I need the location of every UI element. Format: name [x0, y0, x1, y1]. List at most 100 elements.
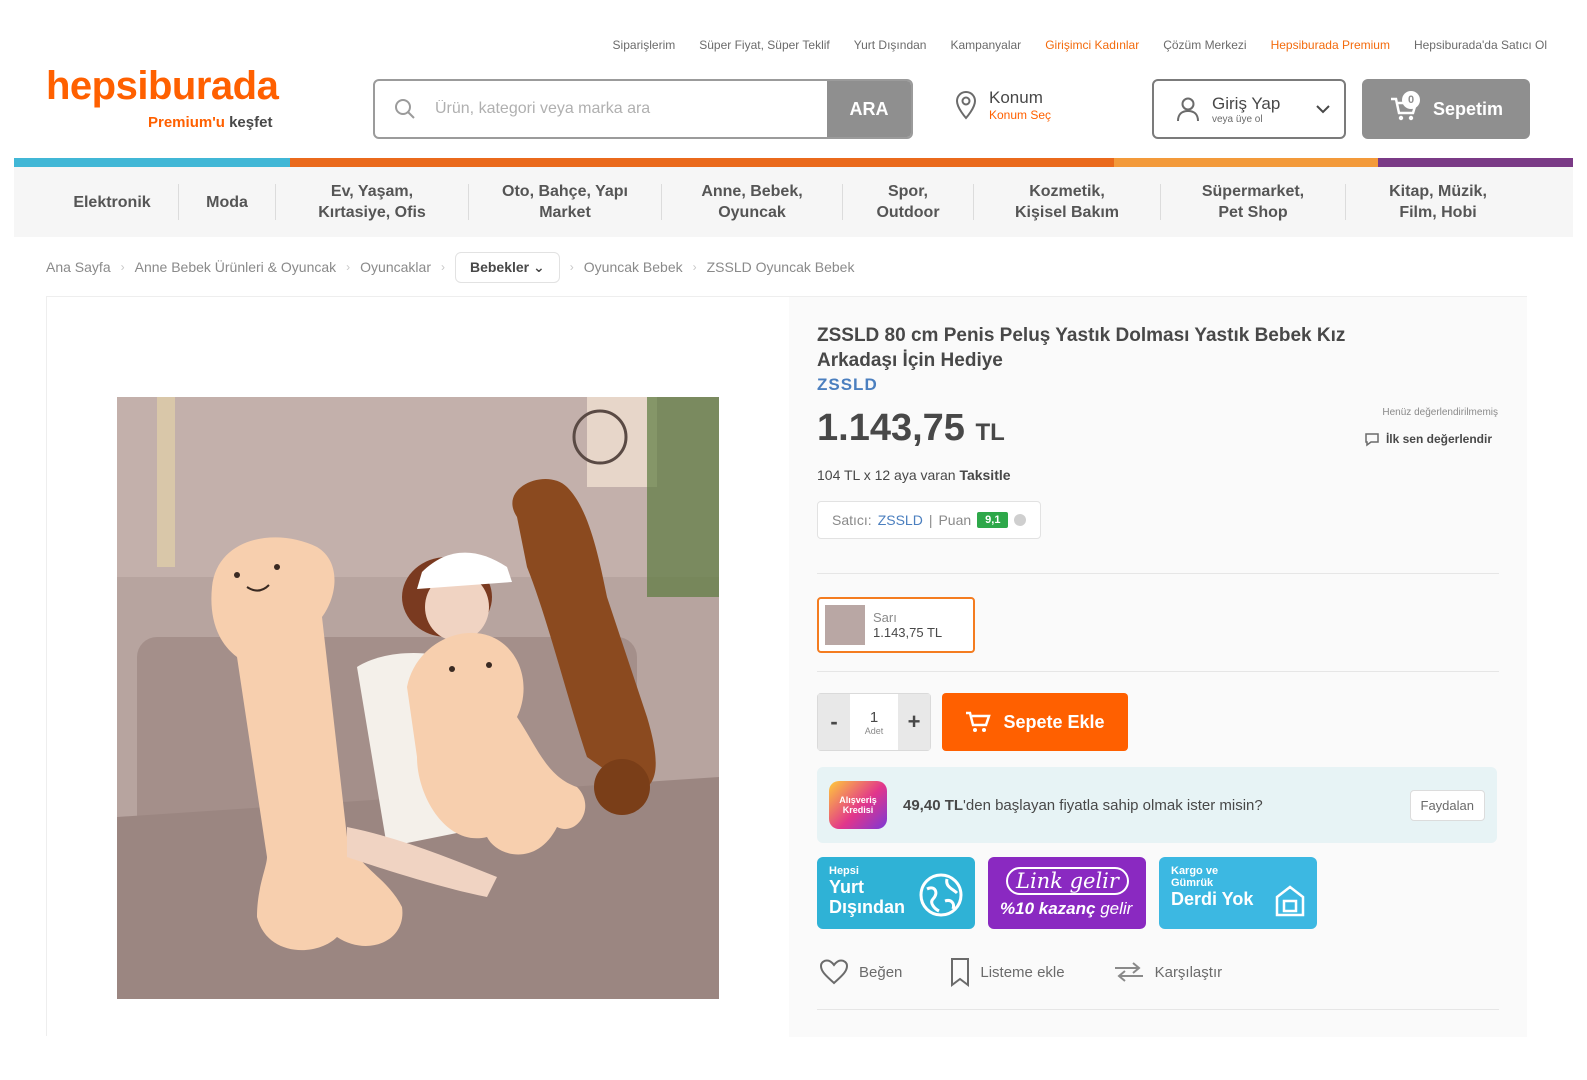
brand-link[interactable]: ZSSLD [817, 375, 878, 395]
top-link[interactable]: Kampanyalar [950, 38, 1021, 52]
quantity-unit: Adet [864, 725, 884, 736]
divider [817, 573, 1499, 574]
location-pin-icon [955, 90, 977, 120]
promo-apply-button[interactable]: Faydalan [1409, 789, 1485, 821]
breadcrumb-dropdown-label: Bebekler [469, 258, 530, 275]
top-link[interactable]: Süper Fiyat, Süper Teklif [699, 38, 830, 52]
variant-name: Sarı [873, 610, 897, 625]
divider [817, 1009, 1499, 1010]
top-link[interactable]: Siparişlerim [613, 38, 676, 52]
rate-first-label: İlk sen değerlendir [1385, 432, 1492, 446]
login-subtitle: veya üye ol [1212, 113, 1263, 125]
location-subtitle: Konum Seç [989, 108, 1052, 122]
login-button[interactable]: Giriş Yap veya üye ol [1152, 79, 1346, 139]
search-button[interactable]: ARA [827, 81, 911, 137]
seller-name-link[interactable]: ZSSLD [878, 512, 923, 528]
search-bar: ARA [373, 79, 913, 139]
compare-label: Karşılaştır [1154, 963, 1223, 981]
tile-link-logo: Link gelir [1006, 867, 1129, 895]
logo-text[interactable]: hepsiburada [46, 64, 279, 108]
price-currency: TL [975, 419, 1005, 446]
premium-discover: keşfet [229, 114, 273, 131]
promo-message: 'den başlayan fiyatla sahip olmak ister … [963, 796, 1263, 814]
top-link[interactable]: Yurt Dışından [854, 38, 927, 52]
tile-link-gelir[interactable]: Link gelir %10 kazanç gelir [988, 857, 1146, 929]
category-cosmetics[interactable]: Kozmetik, Kişisel Bakım [974, 181, 1160, 223]
top-link[interactable]: Çözüm Merkezi [1163, 38, 1246, 52]
top-link[interactable]: Hepsiburada Premium [1271, 38, 1390, 52]
like-button[interactable]: Beğen [819, 959, 902, 985]
category-sport[interactable]: Spor, Outdoor [843, 181, 973, 223]
globe-icon [919, 873, 963, 917]
top-link[interactable]: Girişimci Kadınlar [1045, 38, 1139, 52]
user-icon [1177, 97, 1199, 122]
chevron-down-icon: ⌄ [533, 258, 545, 275]
heart-icon [819, 959, 849, 985]
chevron-down-icon [1316, 105, 1330, 114]
logo[interactable]: hepsiburada Premium'u keşfet [46, 64, 279, 131]
tile-link-caption: %10 kazanç gelir [1000, 899, 1134, 919]
seller-box: Satıcı: ZSSLD | Puan 9,1 [817, 501, 1042, 539]
breadcrumb: Ana Sayfa › Anne Bebek Ürünleri & Oyunca… [46, 250, 854, 284]
rate-first-link[interactable]: İlk sen değerlendir [1364, 431, 1492, 447]
add-to-list-button[interactable]: Listeme ekle [950, 957, 1065, 987]
category-supermarket[interactable]: Süpermarket, Pet Shop [1161, 181, 1345, 223]
category-electronics[interactable]: Elektronik [46, 192, 178, 213]
product-actions: Beğen Listeme ekle Karşılaştır [819, 957, 1222, 987]
installment-info: 104 TL x 12 aya varan Taksitle [817, 467, 1011, 483]
variant-price: 1.143,75 TL [873, 625, 943, 640]
variant-option-selected[interactable]: Sarı 1.143,75 TL [817, 597, 975, 653]
info-icon[interactable] [1014, 514, 1027, 526]
promo-amount: 49,40 TL [903, 796, 964, 814]
quantity-value[interactable]: 1 Adet [850, 694, 898, 750]
breadcrumb-separator: › [120, 260, 125, 274]
bookmark-icon [951, 958, 970, 987]
breadcrumb-mother-baby[interactable]: Anne Bebek Ürünleri & Oyuncak [135, 259, 337, 275]
category-home[interactable]: Ev, Yaşam, Kırtasiye, Ofis [276, 181, 468, 223]
stripe-segment [14, 158, 290, 167]
add-to-cart-button[interactable]: Sepete Ekle [942, 693, 1128, 751]
category-books[interactable]: Kitap, Müzik, Film, Hobi [1346, 181, 1530, 223]
breadcrumb-home[interactable]: Ana Sayfa [46, 259, 111, 275]
category-mother-baby[interactable]: Anne, Bebek, Oyuncak [662, 181, 842, 223]
breadcrumb-separator: › [692, 260, 697, 274]
stripe-segment [1114, 158, 1378, 167]
breadcrumb-toys[interactable]: Oyuncaklar [360, 259, 431, 275]
breadcrumb-current[interactable]: ZSSLD Oyuncak Bebek [707, 259, 855, 275]
tile-link-percent: %10 kazanç [1000, 899, 1096, 918]
top-link[interactable]: Hepsiburada'da Satıcı Ol [1414, 38, 1547, 52]
quantity-number: 1 [869, 708, 879, 726]
product-title: ZSSLD 80 cm Penis Peluş Yastık Dolması Y… [817, 325, 1346, 371]
category-auto[interactable]: Oto, Bahçe, Yapı Market [469, 181, 661, 223]
breadcrumb-dropdown[interactable]: Bebekler ⌄ [454, 251, 560, 283]
location-selector[interactable]: Konum Konum Seç [955, 88, 1051, 122]
product-price: 1.143,75 TL [817, 407, 1005, 450]
installment-label: Taksitle [959, 467, 1011, 483]
compare-button[interactable]: Karşılaştır [1113, 961, 1223, 983]
login-title: Giriş Yap [1212, 93, 1281, 113]
add-to-cart-label: Sepete Ekle [1003, 711, 1105, 732]
product-image[interactable] [117, 397, 719, 999]
cart-icon [966, 711, 992, 732]
cart-count-badge: 0 [1402, 91, 1420, 109]
quantity-decrease-button[interactable]: - [818, 694, 850, 750]
tile-link-end: gelir [1100, 899, 1133, 918]
quantity-increase-button[interactable]: + [898, 694, 930, 750]
category-fashion[interactable]: Moda [179, 192, 275, 213]
quantity-stepper: - 1 Adet + [817, 693, 931, 751]
tile-abroad[interactable]: Hepsi Yurt Dışından [817, 857, 975, 929]
breadcrumb-separator: › [346, 260, 351, 274]
promo-text: 49,40 TL'den başlayan fiyatla sahip olma… [903, 797, 1394, 814]
tile-cargo-small: Kargo ve Gümrük [1171, 865, 1219, 889]
search-input[interactable] [435, 81, 827, 137]
package-icon [1275, 885, 1305, 917]
like-label: Beğen [859, 963, 903, 981]
cart-button[interactable]: 0 Sepetim [1362, 79, 1530, 139]
tile-cargo[interactable]: Kargo ve Gümrük Derdi Yok [1159, 857, 1317, 929]
breadcrumb-doll[interactable]: Oyuncak Bebek [584, 259, 683, 275]
divider [817, 671, 1499, 672]
premium-link[interactable]: Premium'u keşfet [148, 114, 272, 131]
seller-separator: | [928, 512, 933, 528]
top-links: Siparişlerim Süper Fiyat, Süper Teklif Yur… [613, 38, 1547, 52]
premium-label: Premium'u [148, 114, 225, 131]
